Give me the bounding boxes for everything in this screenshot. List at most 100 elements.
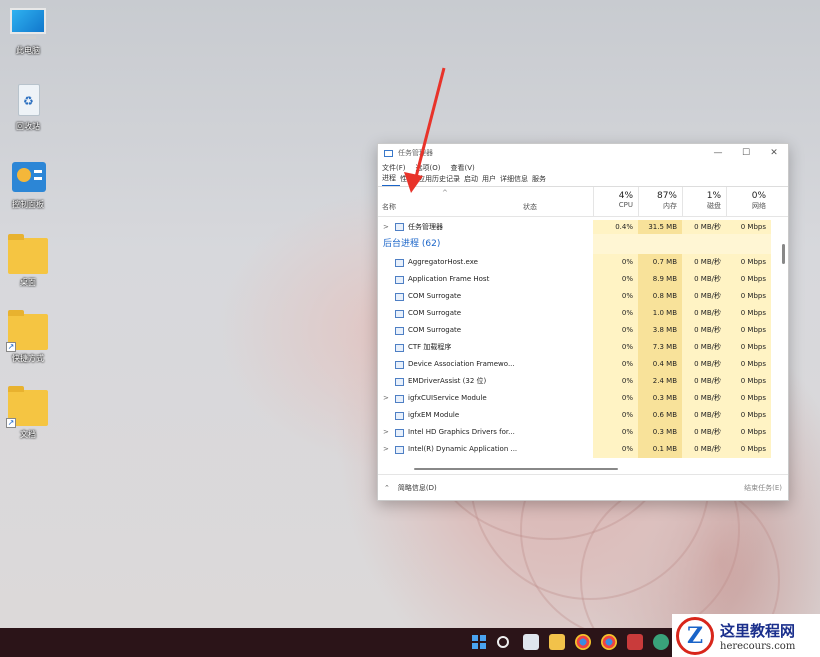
chevron-up-icon[interactable]: ⌃: [384, 484, 390, 492]
site-watermark: Z 这里教程网 herecours.com: [672, 614, 820, 657]
tab-app-history[interactable]: 应用历史记录: [418, 174, 464, 186]
menu-file[interactable]: 文件(F): [382, 163, 406, 173]
process-icon: [395, 259, 404, 267]
close-button[interactable]: ✕: [760, 148, 788, 158]
horizontal-scrollbar[interactable]: [414, 468, 618, 470]
search-icon[interactable]: [497, 636, 509, 648]
process-name: AggregatorHost.exe: [408, 258, 478, 266]
end-task-button[interactable]: 结束任务(E): [744, 483, 782, 493]
network-total: 0%: [751, 191, 766, 201]
cpu-cell: 0%: [593, 254, 638, 271]
column-name[interactable]: 名称: [382, 202, 396, 212]
disk-cell: 0 MB/秒: [682, 339, 726, 356]
cpu-cell: 0%: [593, 288, 638, 305]
column-cpu[interactable]: 4% CPU: [593, 187, 638, 217]
network-cell: 0 Mbps: [726, 424, 771, 441]
table-header: ^ 名称 状态 4% CPU 87% 内存 1% 磁盘 0% 网络: [378, 187, 788, 217]
column-disk[interactable]: 1% 磁盘: [682, 187, 726, 217]
tab-performance[interactable]: 性能: [400, 174, 418, 186]
table-row[interactable]: COM Surrogate 0% 1.0 MB 0 MB/秒 0 Mbps: [378, 305, 783, 322]
process-name: COM Surrogate: [408, 326, 462, 334]
process-name: Intel(R) Dynamic Application ...: [408, 445, 518, 453]
table-row[interactable]: > igfxCUIService Module 0% 0.3 MB 0 MB/秒 0 Mb…: [378, 390, 783, 407]
title-bar[interactable]: 任务管理器 — ☐ ✕: [378, 144, 788, 162]
network-cell: 0 Mbps: [726, 390, 771, 407]
desktop-icon-computer[interactable]: 此电脑: [0, 6, 56, 56]
file-explorer-icon[interactable]: [549, 634, 565, 650]
cpu-label: CPU: [618, 201, 633, 209]
task-view-icon[interactable]: [523, 634, 539, 650]
tab-processes[interactable]: 进程: [382, 173, 400, 186]
expand-chevron-icon[interactable]: >: [383, 390, 389, 407]
app-icon[interactable]: [627, 634, 643, 650]
task-manager-icon: [384, 149, 393, 157]
minimize-button[interactable]: —: [704, 148, 732, 158]
network-cell: 0 Mbps: [726, 288, 771, 305]
process-icon: [395, 276, 404, 284]
table-row[interactable]: Device Association Framewo... 0% 0.4 MB 0 M…: [378, 356, 783, 373]
disk-cell: 0 MB/秒: [682, 424, 726, 441]
cpu-cell: 0%: [593, 305, 638, 322]
tab-bar: 进程 性能 应用历史记录 启动 用户 详细信息 服务: [378, 174, 788, 187]
table-row[interactable]: AggregatorHost.exe 0% 0.7 MB 0 MB/秒 0 Mbps: [378, 254, 783, 271]
column-memory[interactable]: 87% 内存: [638, 187, 682, 217]
memory-cell: 0.1 MB: [638, 441, 682, 458]
process-name: COM Surrogate: [408, 292, 462, 300]
tab-services[interactable]: 服务: [532, 174, 550, 186]
desktop-icon-label: 桌面: [20, 278, 36, 287]
process-name: EMDriverAssist (32 位): [408, 377, 487, 385]
desktop-icon-control-panel[interactable]: 控制面板: [0, 160, 56, 210]
table-row[interactable]: > Intel(R) Dynamic Application ... 0% 0.1 M…: [378, 441, 783, 458]
shortcut-arrow-icon: ↗: [6, 342, 16, 352]
desktop-icon-label: 控制面板: [12, 200, 44, 209]
less-details-link[interactable]: 简略信息(D): [398, 483, 437, 493]
cpu-cell: 0%: [593, 356, 638, 373]
disk-cell: 0 MB/秒: [682, 356, 726, 373]
table-row[interactable]: COM Surrogate 0% 0.8 MB 0 MB/秒 0 Mbps: [378, 288, 783, 305]
memory-cell: 0.7 MB: [638, 254, 682, 271]
menu-bar: 文件(F) 选项(O) 查看(V): [378, 162, 788, 174]
memory-cell: 0.3 MB: [638, 424, 682, 441]
maximize-button[interactable]: ☐: [732, 148, 760, 158]
cpu-cell: 0%: [593, 373, 638, 390]
start-icon[interactable]: [471, 634, 487, 650]
table-row[interactable]: COM Surrogate 0% 3.8 MB 0 MB/秒 0 Mbps: [378, 322, 783, 339]
control-panel-icon: [8, 160, 48, 196]
expand-chevron-icon[interactable]: >: [383, 424, 389, 441]
edge-icon[interactable]: [653, 634, 669, 650]
column-status[interactable]: 状态: [523, 202, 537, 212]
network-cell: 0 Mbps: [726, 373, 771, 390]
group-title: 后台进程 (62): [383, 239, 441, 249]
process-name: igfxCUIService Module: [408, 394, 487, 402]
expand-chevron-icon[interactable]: >: [383, 441, 389, 458]
tab-details[interactable]: 详细信息: [500, 174, 532, 186]
memory-cell: 8.9 MB: [638, 271, 682, 288]
disk-cell: 0 MB/秒: [682, 254, 726, 271]
desktop-icon-desktop-folder[interactable]: 桌面: [0, 234, 56, 288]
column-network[interactable]: 0% 网络: [726, 187, 771, 217]
browser-icon[interactable]: [601, 634, 617, 650]
memory-cell: 1.0 MB: [638, 305, 682, 322]
disk-cell: 0 MB/秒: [682, 373, 726, 390]
menu-view[interactable]: 查看(V): [450, 163, 474, 173]
network-cell: 0 Mbps: [726, 339, 771, 356]
table-row[interactable]: igfxEM Module 0% 0.6 MB 0 MB/秒 0 Mbps: [378, 407, 783, 424]
menu-options[interactable]: 选项(O): [416, 163, 441, 173]
tab-users[interactable]: 用户: [482, 174, 500, 186]
disk-cell: 0 MB/秒: [682, 271, 726, 288]
cpu-cell: 0%: [593, 424, 638, 441]
table-row[interactable]: CTF 加载程序 0% 7.3 MB 0 MB/秒 0 Mbps: [378, 339, 783, 356]
chrome-icon[interactable]: [575, 634, 591, 650]
desktop-icon-recycle-bin[interactable]: ♻ 回收站: [0, 82, 56, 132]
expand-chevron-icon[interactable]: >: [383, 220, 389, 234]
network-cell: 0 Mbps: [726, 305, 771, 322]
app-row-task-manager[interactable]: > 任务管理器 0.4% 31.5 MB 0 MB/秒 0 Mbps: [378, 220, 783, 234]
tab-startup[interactable]: 启动: [464, 174, 482, 186]
process-icon: [395, 310, 404, 318]
table-row[interactable]: Application Frame Host 0% 8.9 MB 0 MB/秒 0 Mb…: [378, 271, 783, 288]
desktop-icon-shortcut-folder[interactable]: ↗ 快捷方式: [0, 310, 56, 364]
desktop-icon-documents[interactable]: ↗ 文档: [0, 386, 56, 440]
table-row[interactable]: EMDriverAssist (32 位) 0% 2.4 MB 0 MB/秒 0 Mbp…: [378, 373, 783, 390]
table-row[interactable]: > Intel HD Graphics Drivers for... 0% 0.3 M…: [378, 424, 783, 441]
vertical-scrollbar[interactable]: [782, 244, 785, 264]
